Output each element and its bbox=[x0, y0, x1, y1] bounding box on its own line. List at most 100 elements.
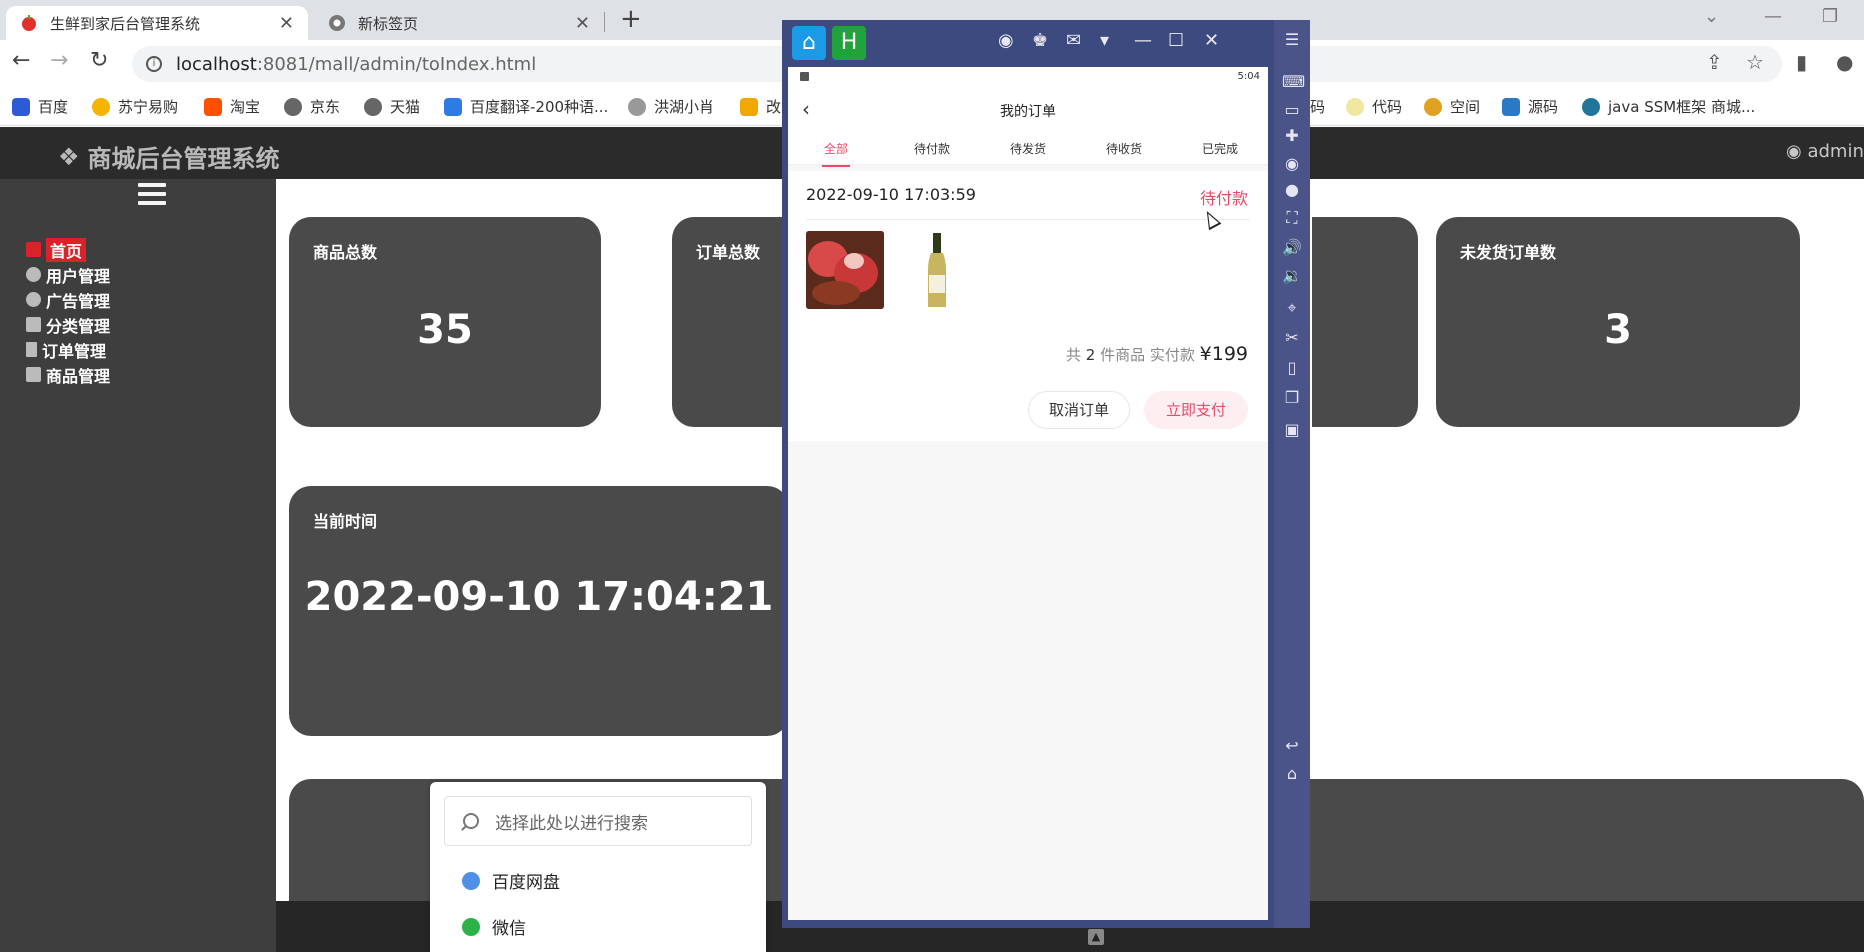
shake-icon[interactable]: ▯ bbox=[1282, 358, 1302, 378]
admin-username: admin bbox=[1807, 141, 1864, 162]
home-icon[interactable]: ⌂ bbox=[1282, 764, 1302, 784]
brand[interactable]: ❖ 商城后台管理系统 bbox=[58, 139, 280, 174]
tab-admin[interactable]: 生鲜到家后台管理系统 ✕ bbox=[6, 6, 308, 40]
share-icon[interactable]: ⇪ bbox=[1706, 50, 1723, 74]
tab-pending-receipt[interactable]: 待收货 bbox=[1076, 140, 1172, 157]
chevron-up-icon[interactable]: ▲ bbox=[1088, 929, 1104, 945]
close-icon[interactable]: ✕ bbox=[1204, 30, 1219, 51]
sidebar-item-users[interactable]: 用户管理 bbox=[26, 262, 110, 287]
chevron-down-icon[interactable]: ⌄ bbox=[1704, 6, 1719, 27]
sidebar-menu: 首页 用户管理 广告管理 分类管理 订单管理 商品管理 bbox=[26, 237, 110, 387]
status-time: 5:04 bbox=[1237, 71, 1260, 82]
volume-up-icon[interactable]: 🔊 bbox=[1282, 238, 1302, 258]
order-status: 待付款 bbox=[1199, 189, 1248, 208]
tab-title: 新标签页 bbox=[358, 14, 419, 33]
bookmark-item[interactable]: java SSM框架 商城... bbox=[1582, 96, 1755, 117]
back-icon[interactable]: ↩ bbox=[1282, 736, 1302, 756]
bookmark-item[interactable]: 空间 bbox=[1424, 96, 1480, 117]
bookmark-item[interactable]: 代码 bbox=[1346, 96, 1402, 117]
sidebar-item-products[interactable]: 商品管理 bbox=[26, 362, 110, 387]
wordpress-icon bbox=[1582, 97, 1600, 116]
hamburger-menu-icon[interactable] bbox=[138, 183, 166, 210]
sidebar-item-ads[interactable]: 广告管理 bbox=[26, 287, 110, 312]
multi-window-icon[interactable]: ❐ bbox=[1282, 388, 1302, 408]
dropdown-icon[interactable]: ▾ bbox=[1100, 30, 1109, 51]
sidebar-item-home[interactable]: 首页 bbox=[26, 237, 110, 262]
tab-pending-payment[interactable]: 待付款 bbox=[884, 140, 980, 157]
shirt-icon[interactable]: ♚ bbox=[1032, 30, 1048, 51]
product-image-wine[interactable] bbox=[898, 231, 976, 309]
fullscreen-icon[interactable]: ⛶ bbox=[1282, 208, 1302, 228]
bookmark-item[interactable]: 天猫 bbox=[364, 96, 420, 117]
minimize-icon[interactable]: — bbox=[1134, 30, 1152, 51]
sidepanel-icon[interactable]: ▮ bbox=[1796, 50, 1807, 74]
pay-now-button[interactable]: 立即支付 bbox=[1144, 391, 1248, 429]
location-icon[interactable]: ⌖ bbox=[1282, 298, 1302, 318]
h-app-icon[interactable]: H bbox=[832, 26, 866, 60]
bookmark-item[interactable]: 淘宝 bbox=[204, 96, 260, 117]
cubes-icon: ❖ bbox=[58, 142, 80, 171]
card-hidden bbox=[1312, 217, 1418, 427]
home-app-icon[interactable]: ⌂ bbox=[792, 26, 826, 60]
sidebar-item-orders[interactable]: 订单管理 bbox=[26, 337, 110, 362]
phone-status-bar: 5:04 bbox=[788, 67, 1268, 87]
restore-icon[interactable]: ❐ bbox=[1822, 6, 1838, 27]
start-item-wechat[interactable]: 微信 bbox=[462, 914, 526, 939]
menu-icon[interactable]: ☰ bbox=[1282, 30, 1302, 50]
order-date: 2022-09-10 17:03:59 bbox=[806, 185, 976, 204]
mail-icon[interactable]: ✉ bbox=[1066, 30, 1081, 51]
url-path: :8081/mall/admin/toIndex.html bbox=[256, 53, 537, 75]
bookmark-item[interactable]: 洪湖小肖 bbox=[628, 96, 714, 117]
cancel-order-button[interactable]: 取消订单 bbox=[1028, 391, 1130, 429]
start-item-baidu-netdisk[interactable]: 百度网盘 bbox=[462, 868, 560, 893]
notification-icon bbox=[800, 72, 809, 81]
phone-screen: 5:04 ‹ 我的订单 全部 待付款 待发货 待收货 已完成 2022-09-1… bbox=[788, 67, 1268, 920]
apk-install-icon[interactable]: ▣ bbox=[1282, 420, 1302, 440]
star-icon[interactable]: ☆ bbox=[1746, 50, 1764, 74]
profile-icon[interactable]: ● bbox=[1836, 50, 1853, 74]
card-product-total: 商品总数 35 bbox=[289, 217, 601, 427]
sidebar-item-categories[interactable]: 分类管理 bbox=[26, 312, 110, 337]
gamepad-icon[interactable]: ✚ bbox=[1282, 126, 1302, 146]
back-arrow-icon[interactable]: ← bbox=[12, 48, 30, 73]
keyboard-icon[interactable]: ⌨ bbox=[1282, 72, 1305, 92]
bookmark-item[interactable]: 改 bbox=[740, 96, 781, 117]
tab-close-icon[interactable]: ✕ bbox=[575, 13, 590, 34]
suning-icon bbox=[92, 97, 110, 116]
page-title: 我的订单 bbox=[1000, 104, 1056, 120]
forward-arrow-icon[interactable]: → bbox=[50, 48, 68, 73]
product-image-strawberry[interactable] bbox=[806, 231, 884, 309]
url-host: localhost bbox=[176, 53, 257, 75]
bookmark-item[interactable]: 京东 bbox=[284, 96, 340, 117]
volume-down-icon[interactable]: 🔉 bbox=[1282, 266, 1302, 286]
tab-newtab[interactable]: 新标签页 ✕ bbox=[314, 6, 604, 40]
bookmark-item[interactable]: 码 bbox=[1310, 96, 1325, 117]
order-price: 199 bbox=[1211, 343, 1248, 365]
bookmark-item[interactable]: 源码 bbox=[1502, 96, 1558, 117]
maximize-icon[interactable]: ☐ bbox=[1168, 30, 1184, 51]
bookmark-item[interactable]: 百度 bbox=[12, 96, 68, 117]
tab-pending-shipment[interactable]: 待发货 bbox=[980, 140, 1076, 157]
info-icon[interactable]: i bbox=[146, 56, 162, 72]
item-count: 2 bbox=[1085, 346, 1096, 364]
apple-icon bbox=[20, 14, 38, 32]
start-search-input[interactable]: 选择此处以进行搜索 bbox=[444, 796, 752, 846]
tab-close-icon[interactable]: ✕ bbox=[279, 13, 294, 34]
globe-icon bbox=[284, 97, 302, 116]
card-value: 3 bbox=[1604, 307, 1632, 353]
bookmark-item[interactable]: 苏宁易购 bbox=[92, 96, 178, 117]
tab-completed[interactable]: 已完成 bbox=[1172, 140, 1268, 157]
bookmark-item[interactable]: 百度翻译-200种语... bbox=[444, 96, 608, 117]
battery-icon[interactable]: ▭ bbox=[1282, 100, 1302, 120]
new-tab-button[interactable]: + bbox=[620, 4, 642, 34]
search-placeholder: 选择此处以进行搜索 bbox=[495, 813, 648, 834]
chat-icon[interactable]: ● bbox=[1282, 180, 1302, 200]
admin-user-menu[interactable]: ◉ admin bbox=[1786, 141, 1864, 162]
scissors-icon[interactable]: ✂ bbox=[1282, 328, 1302, 348]
order-card[interactable]: 2022-09-10 17:03:59 待付款 共 2 件商品 实付款 ¥199… bbox=[788, 171, 1268, 441]
minimize-icon[interactable]: — bbox=[1764, 6, 1782, 27]
account-icon[interactable]: ◉ bbox=[998, 30, 1014, 51]
eye-icon[interactable]: ◉ bbox=[1282, 154, 1302, 174]
reload-icon[interactable]: ↻ bbox=[90, 48, 108, 73]
tab-all[interactable]: 全部 bbox=[788, 140, 884, 167]
